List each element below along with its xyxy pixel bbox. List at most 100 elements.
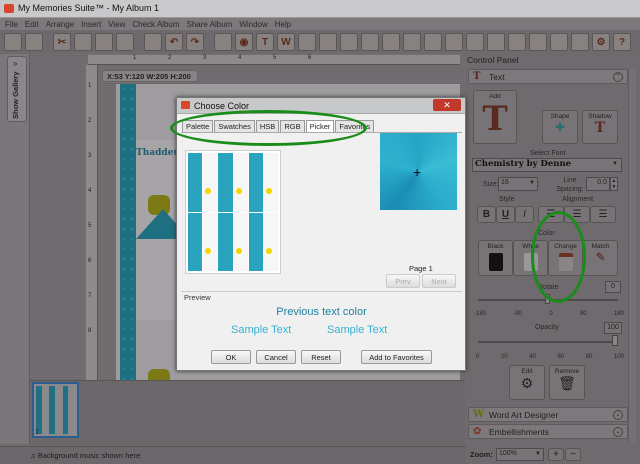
background-music-bar[interactable]: ♫ Background music shown here	[30, 451, 140, 460]
calendar-icon[interactable]	[571, 33, 589, 51]
music-label: Background music shown here	[37, 451, 141, 460]
reset-button[interactable]: Reset	[301, 350, 341, 364]
opacity-input[interactable]: 100	[604, 322, 622, 334]
grid-icon[interactable]	[487, 33, 505, 51]
black-color-button[interactable]: Black	[478, 240, 513, 276]
preview-icon[interactable]	[508, 33, 526, 51]
expand-icon[interactable]: ⌄	[613, 427, 623, 437]
menu-arrange[interactable]: Arrange	[46, 20, 74, 29]
add-text-button[interactable]: Add T	[473, 90, 517, 144]
menu-edit[interactable]: Edit	[25, 20, 39, 29]
clipboard-icon[interactable]	[116, 33, 134, 51]
font-select[interactable]: Chemistry by Denne ▼	[472, 158, 622, 172]
shape-button[interactable]: Shape ✚	[542, 110, 578, 144]
add-to-favorites-button[interactable]: Add to Favorites	[361, 350, 432, 364]
shadow-button[interactable]: Shadow T	[582, 110, 618, 144]
opacity-ticks: 0 20 40 60 80 100	[476, 354, 624, 360]
ribbon-icon[interactable]	[144, 33, 162, 51]
ruler-label: 3	[88, 153, 92, 159]
crosshair-icon: +	[413, 164, 422, 180]
font-value: Chemistry by Denne	[475, 159, 572, 169]
opacity-slider[interactable]	[478, 341, 618, 343]
chevron-right-icon: »	[13, 59, 18, 68]
text-icon[interactable]: T	[256, 33, 274, 51]
line-spacing-input[interactable]: 0.0	[586, 177, 610, 191]
blank-page-icon[interactable]	[214, 33, 232, 51]
bold-button[interactable]: B	[477, 206, 496, 223]
album-icon[interactable]	[4, 33, 22, 51]
open-folder-icon[interactable]	[25, 33, 43, 51]
sticker-icon[interactable]	[403, 33, 421, 51]
menu-share-album[interactable]: Share Album	[187, 20, 233, 29]
embellishments-section-header[interactable]: ✿ Embellishments ⌄	[468, 424, 628, 439]
settings-icon[interactable]: ⚙	[592, 33, 610, 51]
trash-icon: 🗑	[558, 375, 576, 391]
export-icon[interactable]	[74, 33, 92, 51]
horizontal-ruler: 1 2 3 4 5 6	[88, 55, 460, 65]
match-label: Match	[591, 243, 610, 250]
ok-button[interactable]: OK	[211, 350, 251, 364]
zoom-select[interactable]: 100% ▼	[496, 448, 544, 461]
vertical-ruler: 1 2 3 4 5 6 7 8	[86, 65, 98, 380]
line-spacing-stepper[interactable]: ▲ ▼	[610, 177, 618, 191]
camera-icon[interactable]: ◉	[235, 33, 253, 51]
opacity-slider-thumb[interactable]	[612, 335, 618, 346]
italic-button[interactable]: I	[515, 206, 534, 223]
edit-button[interactable]: Edit ⚙	[509, 365, 545, 400]
match-color-button[interactable]: Match ✎	[583, 240, 618, 276]
close-button[interactable]: ✕	[433, 99, 461, 111]
shape-icon[interactable]	[319, 33, 337, 51]
ruler-label: 8	[88, 328, 92, 334]
undo-icon[interactable]: ↶	[165, 33, 183, 51]
collapse-icon[interactable]: ⌃	[613, 72, 623, 82]
menu-check-album[interactable]: Check Album	[132, 20, 179, 29]
paper-icon[interactable]	[424, 33, 442, 51]
embellishment-icon[interactable]	[298, 33, 316, 51]
layers-icon[interactable]	[466, 33, 484, 51]
expand-icon[interactable]: ⌄	[613, 410, 623, 420]
control-panel-scrollbar[interactable]	[628, 70, 636, 442]
preview-section: Preview Previous text color Sample Text …	[181, 291, 462, 345]
prev-button[interactable]: Prev	[386, 274, 420, 288]
photo-icon[interactable]	[340, 33, 358, 51]
menu-help[interactable]: Help	[275, 20, 291, 29]
eyedropper-icon: ✎	[595, 250, 606, 264]
next-button[interactable]: Next	[422, 274, 456, 288]
ruler-label: 5	[273, 55, 277, 61]
page-thumbnail[interactable]: 1	[32, 382, 79, 438]
window-title: My Memories Suite™ - My Album 1	[18, 3, 160, 13]
menu-insert[interactable]: Insert	[81, 20, 101, 29]
paint-can-icon	[488, 253, 503, 271]
cancel-button[interactable]: Cancel	[256, 350, 296, 364]
frame-icon[interactable]	[361, 33, 379, 51]
remove-button[interactable]: Remove 🗑	[549, 365, 585, 400]
menu-file[interactable]: File	[5, 20, 18, 29]
scissors-icon[interactable]: ✂	[53, 33, 71, 51]
help-icon[interactable]: ?	[613, 33, 631, 51]
paste-icon[interactable]	[95, 33, 113, 51]
zoom-label: Zoom:	[470, 450, 493, 459]
underline-button[interactable]: U	[496, 206, 515, 223]
color-icon[interactable]	[550, 33, 568, 51]
menu-view[interactable]: View	[108, 20, 125, 29]
word-art-section-header[interactable]: W Word Art Designer ⌄	[468, 407, 628, 422]
previous-text-color: Previous text color	[276, 306, 367, 318]
tick-label: 20	[500, 354, 508, 360]
zoom-out-button[interactable]: −	[565, 448, 581, 461]
ruler-label: 4	[88, 188, 92, 194]
text-section-header[interactable]: T Text ⌃	[468, 69, 628, 84]
zoom-in-button[interactable]: +	[548, 448, 564, 461]
rotate-input[interactable]: 0	[605, 281, 621, 293]
dropdown-arrow-icon: ▼	[529, 180, 535, 186]
share-icon[interactable]	[529, 33, 547, 51]
redo-icon[interactable]: ↷	[186, 33, 204, 51]
picker-page-image[interactable]	[185, 150, 281, 274]
align-right-button[interactable]: ☰	[590, 206, 616, 223]
text-t-icon: T	[473, 71, 481, 82]
show-gallery-button[interactable]: » Show Gallery	[7, 56, 27, 122]
size-select[interactable]: 16 ▼	[498, 177, 538, 191]
brush-icon[interactable]	[445, 33, 463, 51]
mask-icon[interactable]	[382, 33, 400, 51]
word-art-icon[interactable]: W	[277, 33, 295, 51]
menu-window[interactable]: Window	[239, 20, 267, 29]
